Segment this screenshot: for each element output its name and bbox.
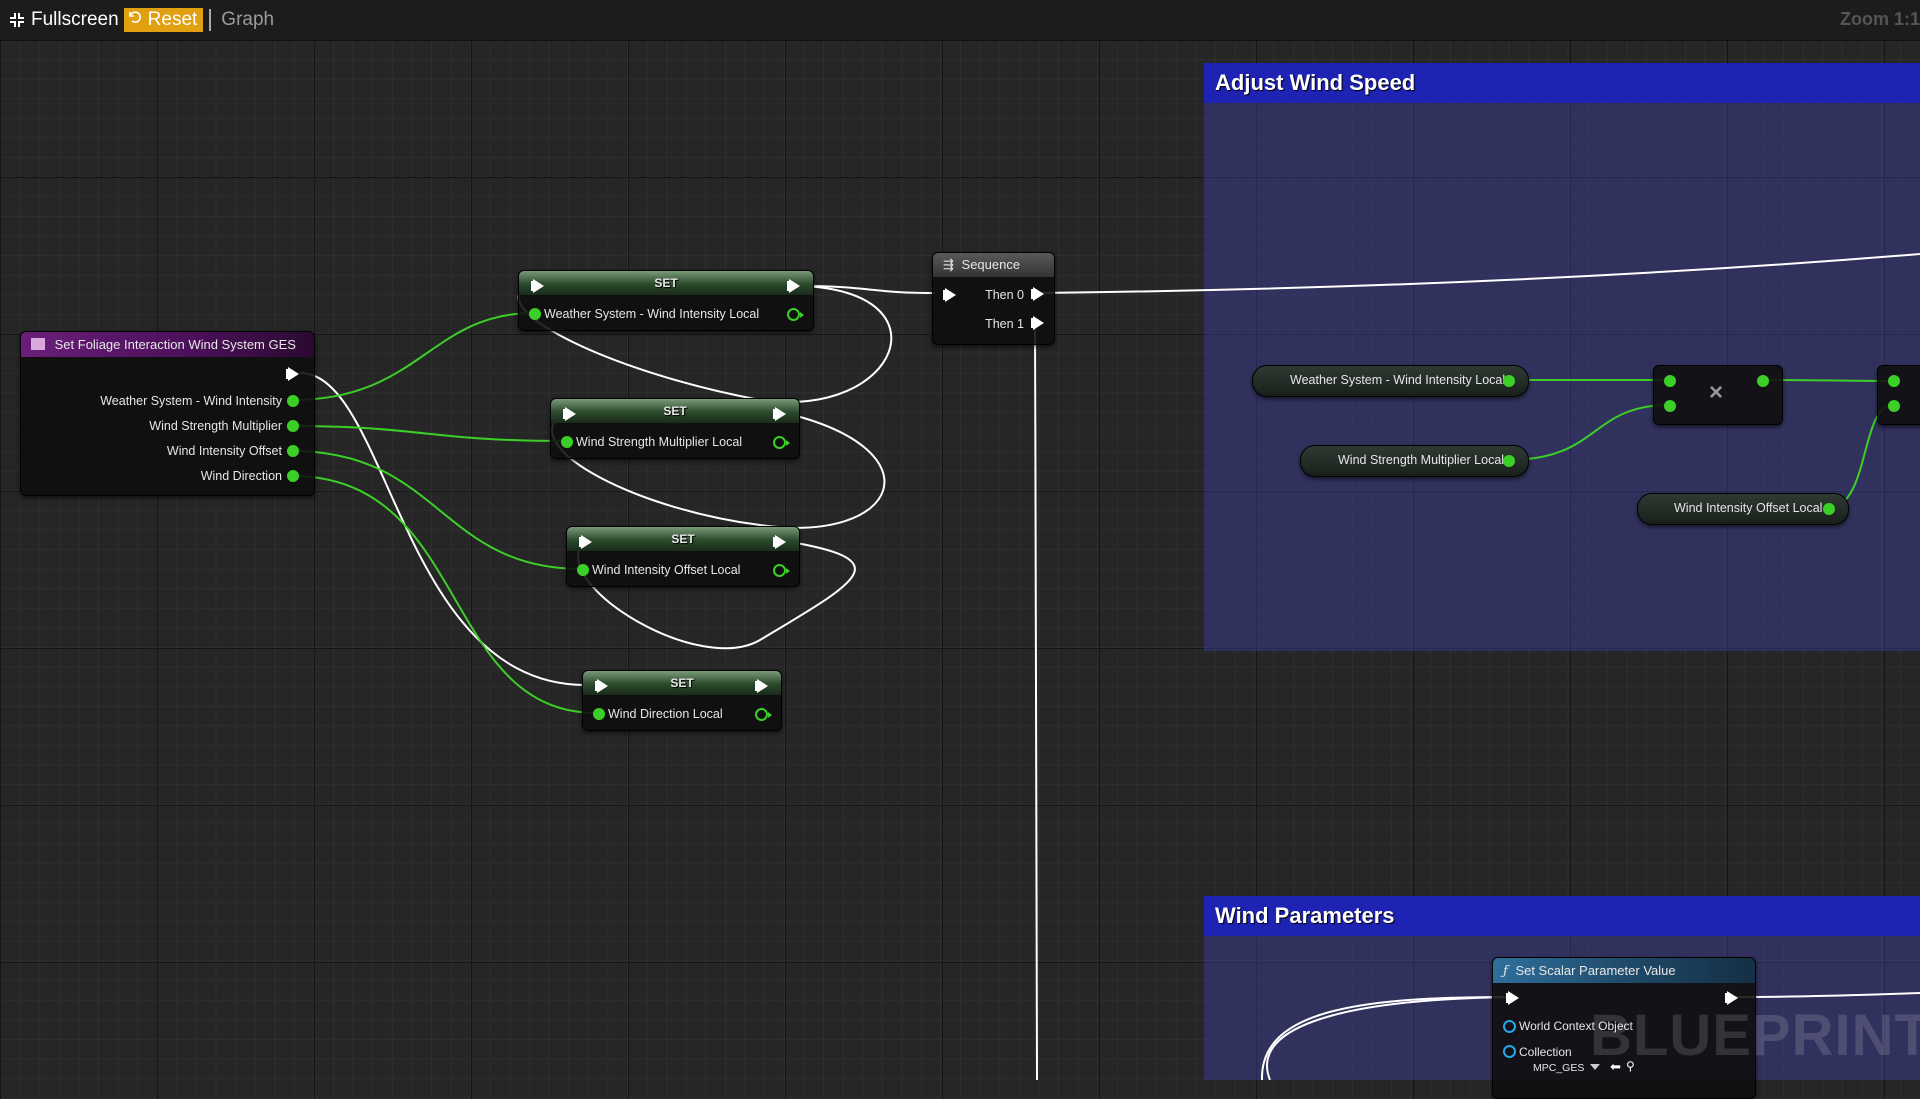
world-context-pin[interactable] xyxy=(1503,1020,1516,1033)
exec-out-pin[interactable] xyxy=(787,279,800,293)
getter-strength-multiplier-local[interactable]: Wind Strength Multiplier Local xyxy=(1300,445,1529,477)
getter-label: Weather System - Wind Intensity Local xyxy=(1290,373,1506,387)
collection-value[interactable]: MPC_GES xyxy=(1533,1062,1584,1074)
breadcrumb-graph[interactable]: Graph xyxy=(221,9,274,31)
getter-out-pin[interactable] xyxy=(1823,503,1835,515)
exec-out-pin[interactable] xyxy=(773,535,786,549)
exec-wire-then0-out xyxy=(1038,253,1920,294)
exec-in-pin[interactable] xyxy=(595,679,608,693)
set-node-title: SET xyxy=(519,271,813,295)
then1-label: Then 1 xyxy=(985,317,1024,331)
pin-label-strength-multiplier: Wind Strength Multiplier xyxy=(149,419,282,433)
set-node-strength-multiplier[interactable]: SET Wind Strength Multiplier Local xyxy=(550,398,800,459)
pin-value-in[interactable] xyxy=(577,564,589,576)
then0-pin[interactable] xyxy=(1031,287,1044,301)
multiply-node[interactable]: × xyxy=(1653,365,1783,425)
getter-label: Wind Strength Multiplier Local xyxy=(1338,453,1505,467)
exec-in-pin[interactable] xyxy=(531,279,544,293)
sequence-title: Sequence xyxy=(961,257,1021,272)
toolbar-separator xyxy=(209,9,212,31)
reset-label: Reset xyxy=(147,9,198,30)
exec-in-pin[interactable] xyxy=(1506,991,1519,1005)
float-wire-strength xyxy=(291,425,567,442)
exec-in-pin[interactable] xyxy=(943,288,956,302)
pin-intensity-offset[interactable] xyxy=(287,445,299,457)
multiply-in-b[interactable] xyxy=(1664,400,1676,412)
sequence-node[interactable]: ⇶ Sequence Then 0 Then 1 xyxy=(932,252,1055,345)
sequence-title-bar: ⇶ Sequence xyxy=(933,253,1054,277)
add-node-partial[interactable] xyxy=(1877,365,1920,425)
exec-out-pin[interactable] xyxy=(286,367,299,381)
set-node-title: SET xyxy=(567,527,799,551)
getter-out-pin[interactable] xyxy=(1503,375,1515,387)
pin-label-wind-intensity: Weather System - Wind Intensity xyxy=(100,394,282,408)
scalar-title-bar: ƒ Set Scalar Parameter Value xyxy=(1493,958,1755,983)
event-icon xyxy=(31,338,45,350)
set-node-pin-label: Wind Intensity Offset Local xyxy=(592,563,741,577)
zoom-level: Zoom 1:1 xyxy=(1839,9,1920,29)
getter-intensity-offset-local[interactable]: Wind Intensity Offset Local xyxy=(1637,493,1849,525)
pin-value-in[interactable] xyxy=(593,708,605,720)
fullscreen-icon xyxy=(9,12,25,28)
event-node-title: Set Foliage Interaction Wind System GES xyxy=(54,337,296,352)
pin-label-intensity-offset: Wind Intensity Offset xyxy=(166,444,282,458)
toolbar: Fullscreen Reset Graph Zoom 1:1 xyxy=(0,0,1920,41)
set-node-pin-label: Wind Direction Local xyxy=(608,707,723,721)
collection-label: Collection xyxy=(1519,1045,1572,1059)
reset-button[interactable]: Reset xyxy=(123,8,204,32)
set-node-title: SET xyxy=(551,399,799,423)
pin-wind-direction[interactable] xyxy=(287,470,299,482)
set-node-pin-label: Weather System - Wind Intensity Local xyxy=(544,307,760,321)
pin-value-out[interactable] xyxy=(773,564,790,577)
scalar-title: Set Scalar Parameter Value xyxy=(1515,963,1676,978)
pin-value-out[interactable] xyxy=(773,436,790,449)
getter-wind-intensity-local[interactable]: Weather System - Wind Intensity Local xyxy=(1252,365,1529,397)
reset-icon xyxy=(128,8,142,32)
function-icon: ƒ xyxy=(1503,964,1508,979)
multiply-in-a[interactable] xyxy=(1664,375,1676,387)
pin-value-out[interactable] xyxy=(787,308,804,321)
then1-pin[interactable] xyxy=(1031,316,1044,330)
set-node-wind-direction[interactable]: SET Wind Direction Local xyxy=(582,670,782,731)
exec-out-pin[interactable] xyxy=(773,407,786,421)
exec-wire-scalar-out xyxy=(1734,992,1920,998)
float-wire-intensity xyxy=(291,312,535,401)
add-in-b[interactable] xyxy=(1888,400,1900,412)
event-node-title-bar: Set Foliage Interaction Wind System GES xyxy=(21,332,314,357)
pin-strength-multiplier[interactable] xyxy=(287,420,299,432)
wire-layer xyxy=(291,253,1920,1080)
exec-wire-scalar-in-2 xyxy=(1266,996,1509,1080)
pin-value-out[interactable] xyxy=(755,708,772,721)
exec-wire-event-to-set1 xyxy=(299,372,591,687)
set-node-wind-intensity[interactable]: SET Weather System - Wind Intensity Loca… xyxy=(518,270,814,331)
event-node-set-foliage[interactable]: Set Foliage Interaction Wind System GES … xyxy=(20,331,315,496)
exec-out-pin[interactable] xyxy=(755,679,768,693)
set-node-title: SET xyxy=(583,671,781,695)
exec-in-pin[interactable] xyxy=(579,535,592,549)
set-node-pin-label: Wind Strength Multiplier Local xyxy=(576,435,743,449)
fullscreen-button[interactable]: Fullscreen xyxy=(9,9,119,31)
getter-out-pin[interactable] xyxy=(1503,455,1515,467)
getter-label: Wind Intensity Offset Local xyxy=(1674,501,1823,515)
then0-label: Then 0 xyxy=(985,288,1024,302)
pin-value-in[interactable] xyxy=(529,308,541,320)
pin-wind-intensity[interactable] xyxy=(287,395,299,407)
float-wire-getter2-mult xyxy=(1507,404,1670,461)
float-wire-offset xyxy=(291,450,583,570)
blueprint-watermark: BLUEPRINT xyxy=(1590,1003,1920,1068)
float-wire-direction xyxy=(291,475,598,714)
pin-label-wind-direction: Wind Direction xyxy=(200,469,282,483)
pin-value-in[interactable] xyxy=(561,436,573,448)
exec-wire-scalar-in xyxy=(1260,996,1509,1080)
exec-in-pin[interactable] xyxy=(563,407,576,421)
fullscreen-label: Fullscreen xyxy=(31,9,119,30)
collection-pin[interactable] xyxy=(1503,1045,1516,1058)
exec-wire-then1-down xyxy=(1034,322,1038,1080)
sequence-icon: ⇶ xyxy=(943,257,954,272)
multiply-symbol: × xyxy=(1709,379,1724,406)
add-in-a[interactable] xyxy=(1888,375,1900,387)
set-node-intensity-offset[interactable]: SET Wind Intensity Offset Local xyxy=(566,526,800,587)
multiply-out[interactable] xyxy=(1757,375,1769,387)
